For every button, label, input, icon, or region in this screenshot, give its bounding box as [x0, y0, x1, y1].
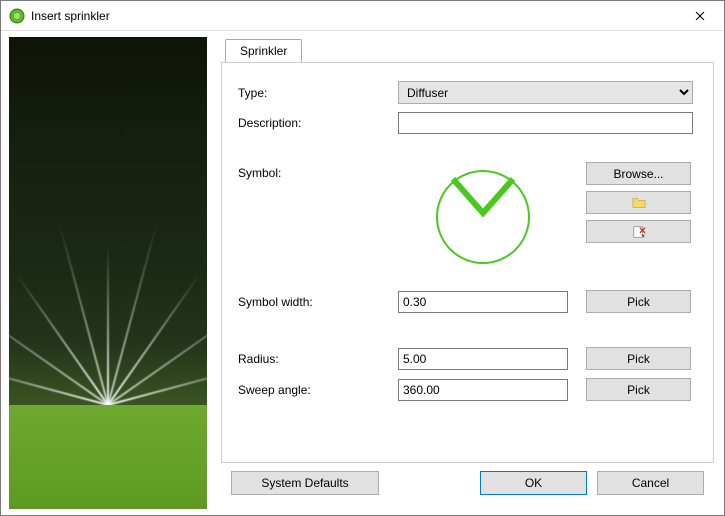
- row-type: Type: Diffuser: [238, 81, 697, 104]
- sweep-angle-input[interactable]: [398, 379, 568, 401]
- label-symbol: Symbol:: [238, 162, 398, 180]
- pick-symbol-width-button[interactable]: Pick: [586, 290, 691, 313]
- label-radius: Radius:: [238, 352, 398, 366]
- dialog-content: Sprinkler Type: Diffuser Description:: [1, 31, 724, 515]
- cancel-label: Cancel: [632, 476, 669, 490]
- symbol-button-stack: Browse...: [586, 162, 691, 243]
- ok-label: OK: [525, 476, 542, 490]
- symbol-width-input[interactable]: [398, 291, 568, 313]
- description-input[interactable]: [398, 112, 693, 134]
- symbol-preview: [398, 162, 568, 272]
- preview-pane: [1, 31, 211, 515]
- symbol-icon: [433, 167, 533, 267]
- ok-button[interactable]: OK: [480, 471, 587, 495]
- cancel-button[interactable]: Cancel: [597, 471, 704, 495]
- row-sweep-angle: Sweep angle: Pick: [238, 378, 697, 401]
- folder-button[interactable]: [586, 191, 691, 214]
- pick-label: Pick: [627, 295, 650, 309]
- system-defaults-label: System Defaults: [261, 476, 348, 490]
- row-description: Description:: [238, 112, 697, 134]
- tabset: Sprinkler: [221, 39, 714, 63]
- label-description: Description:: [238, 116, 398, 130]
- system-defaults-button[interactable]: System Defaults: [231, 471, 379, 495]
- label-type: Type:: [238, 86, 398, 100]
- window-title: Insert sprinkler: [31, 9, 677, 23]
- tab-panel-sprinkler: Type: Diffuser Description: Symbol:: [221, 62, 714, 463]
- titlebar: Insert sprinkler: [1, 1, 724, 31]
- delete-icon: [631, 225, 647, 239]
- folder-icon: [631, 196, 647, 210]
- sprinkler-app-icon: [9, 8, 25, 24]
- pick-label: Pick: [627, 352, 650, 366]
- row-symbol: Symbol: Browse...: [238, 162, 697, 272]
- radius-input[interactable]: [398, 348, 568, 370]
- sprinkler-photo: [9, 37, 207, 509]
- browse-button[interactable]: Browse...: [586, 162, 691, 185]
- window-close-button[interactable]: [677, 2, 722, 30]
- pick-label: Pick: [627, 383, 650, 397]
- row-radius: Radius: Pick: [238, 347, 697, 370]
- row-symbol-width: Symbol width: Pick: [238, 290, 697, 313]
- close-icon: [695, 11, 705, 21]
- tab-label: Sprinkler: [240, 44, 287, 58]
- label-symbol-width: Symbol width:: [238, 295, 398, 309]
- delete-symbol-button[interactable]: [586, 220, 691, 243]
- tab-sprinkler[interactable]: Sprinkler: [225, 39, 302, 63]
- dialog-footer: System Defaults OK Cancel: [221, 463, 714, 505]
- label-sweep-angle: Sweep angle:: [238, 383, 398, 397]
- type-select[interactable]: Diffuser: [398, 81, 693, 104]
- browse-label: Browse...: [613, 167, 663, 181]
- pick-radius-button[interactable]: Pick: [586, 347, 691, 370]
- form-pane: Sprinkler Type: Diffuser Description:: [211, 31, 724, 515]
- pick-sweep-angle-button[interactable]: Pick: [586, 378, 691, 401]
